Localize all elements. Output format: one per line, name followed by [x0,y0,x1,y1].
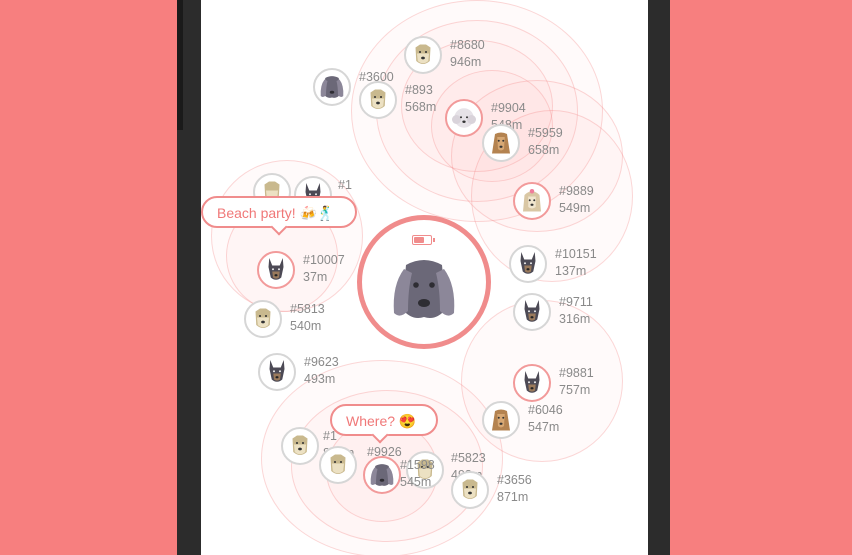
basset-hound-icon [393,260,455,318]
doberman-icon [513,293,551,331]
afghan-hound-icon [482,124,520,162]
terrier-icon [404,36,442,74]
phone-button-edge [177,0,183,130]
basset-hound-icon [313,68,351,106]
marker-label: #9889 549m [559,184,594,215]
marker-label: #9711 316m [559,295,593,326]
terrier-icon [244,300,282,338]
marker-label: #1598 545m [400,458,435,489]
marker-label: #9881 757m [559,366,594,397]
battery-indicator [412,235,435,245]
map-screen[interactable]: #8680946m #3600 #893568m #9904548m #5959… [201,0,648,555]
marker-label: #3656 871m [497,473,532,504]
marker-label: #6046 547m [528,403,563,434]
poodle-icon [445,99,483,137]
terrier-icon [359,81,397,119]
marker-label: #9623 493m [304,355,339,386]
basset-hound-icon [363,456,401,494]
doberman-icon [513,364,551,402]
chat-bubble[interactable]: Beach party! 🍻🕺 [201,196,357,236]
marker-label: #893 568m [405,83,437,114]
afghan-hound-icon [482,401,520,439]
marker-label: #5959 658m [528,126,563,157]
terrier-icon [281,427,319,465]
shih-tzu-icon [513,182,551,220]
battery-tip [433,238,435,242]
marker-label: #1 [338,178,352,192]
doberman-icon [509,245,547,283]
phone-bezel-right [648,0,670,555]
terrier-icon [319,446,357,484]
marker-label: #8680 946m [450,38,485,69]
chat-bubble-text: Where? 😍 [346,413,417,429]
marker-label: #9926 [367,445,402,459]
battery-fill [414,237,424,243]
chat-bubble-text: Beach party! 🍻🕺 [217,205,335,221]
chat-bubble[interactable]: Where? 😍 [330,404,438,444]
doberman-icon [258,353,296,391]
doberman-icon [257,251,295,289]
terrier-icon [451,471,489,509]
marker-label: #5813 540m [290,302,325,333]
marker-label: #10007 37m [303,253,345,284]
marker-label: #10151 137m [555,247,597,278]
phone-bezel-left [177,0,201,555]
